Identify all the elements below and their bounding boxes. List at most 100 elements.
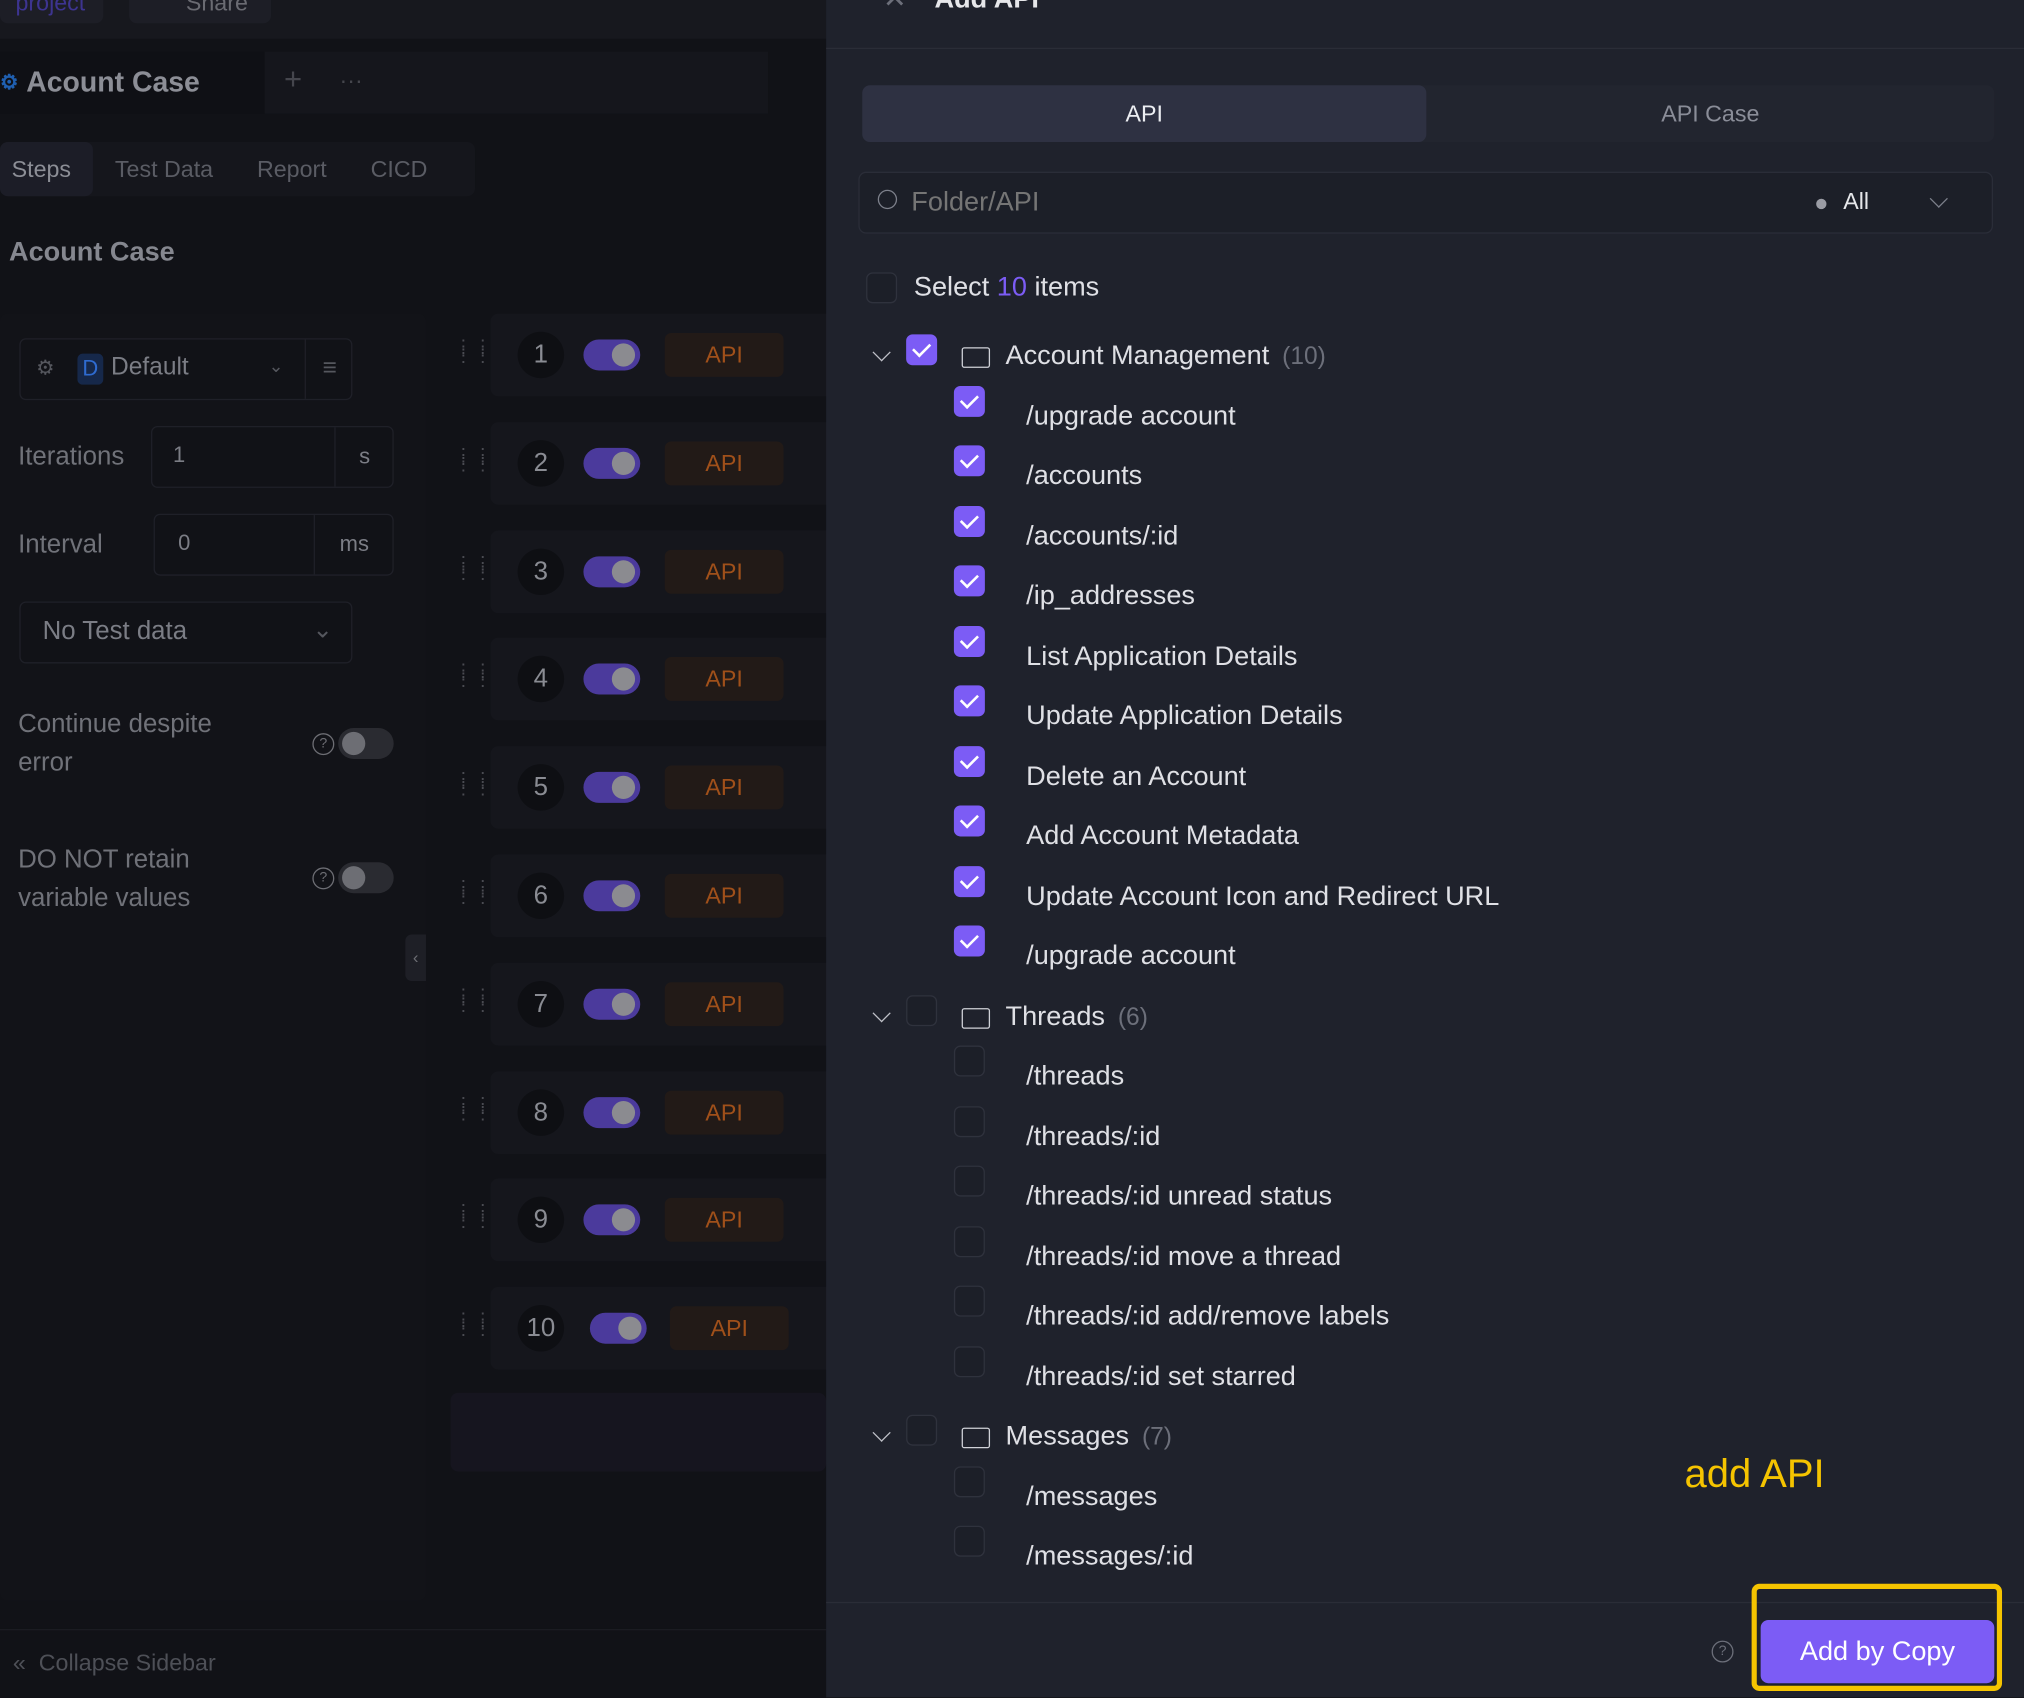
api-checkbox[interactable] (953, 1045, 985, 1077)
select-all-checkbox[interactable] (866, 272, 898, 304)
drag-handle-icon[interactable]: ⋮⋮ ⋮⋮ (454, 553, 491, 584)
api-item[interactable]: Delete an Account (1026, 753, 1246, 799)
folder-checkbox[interactable] (906, 994, 938, 1026)
api-item[interactable]: /accounts (1026, 453, 1142, 499)
share-button[interactable]: Share (129, 0, 272, 24)
test-data-select[interactable]: No Test data ⌄ (19, 601, 353, 664)
step-card[interactable]: ⋮⋮ ⋮⋮ 9 API (454, 1179, 852, 1262)
folder-row[interactable]: Messages (7) (1006, 1413, 1172, 1459)
folder-checkbox[interactable] (906, 1414, 938, 1446)
step-card[interactable]: ⋮⋮ ⋮⋮ 5 API (454, 746, 852, 829)
api-checkbox[interactable] (953, 745, 985, 777)
drag-handle-icon[interactable]: ⋮⋮ ⋮⋮ (454, 337, 491, 368)
step-card[interactable]: ⋮⋮ ⋮⋮ 1 API (454, 313, 852, 397)
retain-vars-toggle[interactable] (338, 862, 394, 894)
close-icon[interactable]: ✕ (883, 0, 907, 15)
api-item[interactable]: Update Account Icon and Redirect URL (1026, 873, 1499, 919)
case-tab[interactable]: ⚙ Acount Case (0, 51, 265, 114)
api-checkbox[interactable] (953, 1525, 985, 1557)
api-checkbox[interactable] (953, 805, 985, 837)
api-item[interactable]: /messages (1026, 1473, 1157, 1519)
step-enabled-toggle[interactable] (583, 447, 641, 479)
chevron-down-icon[interactable] (872, 1003, 891, 1022)
menu-icon[interactable]: ≡ (304, 339, 354, 399)
api-checkbox[interactable] (953, 925, 985, 957)
more-icon[interactable]: ··· (339, 67, 362, 94)
segment-api-case[interactable]: API Case (1426, 85, 1994, 142)
collapse-sidebar-button[interactable]: « Collapse Sidebar (13, 1650, 216, 1677)
drag-handle-icon[interactable]: ⋮⋮ ⋮⋮ (454, 1310, 491, 1342)
collapse-handle[interactable]: ‹ (405, 934, 426, 982)
help-icon[interactable]: ? (1711, 1640, 1734, 1663)
api-checkbox[interactable] (953, 685, 985, 717)
folder-checkbox[interactable] (906, 334, 938, 366)
api-checkbox[interactable] (953, 1465, 985, 1497)
api-checkbox[interactable] (953, 505, 985, 537)
drag-handle-icon[interactable]: ⋮⋮ ⋮⋮ (454, 770, 491, 801)
help-icon[interactable]: ? (312, 867, 335, 890)
api-item[interactable]: /upgrade account (1026, 393, 1235, 439)
filter-select[interactable]: All (1802, 173, 1993, 232)
api-item[interactable]: Update Application Details (1026, 693, 1342, 739)
step-card[interactable]: ⋮⋮ ⋮⋮ 6 API (454, 854, 852, 938)
api-checkbox[interactable] (953, 1105, 985, 1137)
step-card[interactable]: ⋮⋮ ⋮⋮ 4 API (454, 638, 852, 721)
api-checkbox[interactable] (953, 1225, 985, 1257)
segment-api[interactable]: API (862, 85, 1427, 142)
continue-error-toggle[interactable] (338, 728, 394, 759)
api-item[interactable]: /threads/:id add/remove labels (1026, 1293, 1389, 1339)
api-checkbox[interactable] (953, 1345, 985, 1377)
api-item[interactable]: /accounts/:id (1026, 513, 1178, 559)
iterations-input[interactable]: 1 s (151, 425, 394, 488)
drag-handle-icon[interactable]: ⋮⋮ ⋮⋮ (454, 445, 491, 476)
step-enabled-toggle[interactable] (583, 1096, 641, 1128)
step-card[interactable]: ⋮⋮ ⋮⋮ 8 API (454, 1070, 852, 1154)
api-checkbox[interactable] (953, 445, 985, 477)
environment-select[interactable]: ⚙ D Default ⌄ ≡ (19, 338, 354, 401)
step-card[interactable]: ⋮⋮ ⋮⋮ 10 API (454, 1287, 852, 1370)
step-enabled-toggle[interactable] (583, 1204, 641, 1236)
drag-handle-icon[interactable]: ⋮⋮ ⋮⋮ (454, 986, 491, 1017)
chevron-down-icon[interactable] (872, 1423, 891, 1442)
drag-handle-icon[interactable]: ⋮⋮ ⋮⋮ (454, 1094, 491, 1125)
api-checkbox[interactable] (953, 1165, 985, 1197)
project-tab[interactable]: project (0, 0, 104, 24)
api-item[interactable]: List Application Details (1026, 633, 1297, 679)
drag-handle-icon[interactable]: ⋮⋮ ⋮⋮ (454, 661, 491, 693)
api-checkbox[interactable] (953, 625, 985, 657)
help-icon[interactable]: ? (312, 733, 335, 756)
step-enabled-toggle[interactable] (583, 339, 641, 371)
api-checkbox[interactable] (953, 385, 985, 417)
add-tab-button[interactable]: + (284, 62, 302, 98)
drag-handle-icon[interactable]: ⋮⋮ ⋮⋮ (454, 878, 491, 909)
api-item[interactable]: /threads (1026, 1053, 1124, 1099)
step-enabled-toggle[interactable] (583, 880, 641, 912)
api-item[interactable]: /threads/:id (1026, 1113, 1160, 1159)
search-input[interactable] (911, 183, 1738, 223)
api-item[interactable]: /threads/:id unread status (1026, 1173, 1332, 1219)
folder-row[interactable]: Account Management (10) (1006, 333, 1326, 379)
step-enabled-toggle[interactable] (583, 772, 641, 804)
add-step-area[interactable] (450, 1392, 827, 1472)
api-item[interactable]: /threads/:id move a thread (1026, 1233, 1341, 1279)
step-card[interactable]: ⋮⋮ ⋮⋮ 7 API (454, 962, 852, 1046)
drag-handle-icon[interactable]: ⋮⋮ ⋮⋮ (454, 1202, 491, 1233)
tab-cicd[interactable]: CICD (349, 142, 450, 196)
tab-test-data[interactable]: Test Data (93, 142, 235, 196)
api-item[interactable]: /messages/:id (1026, 1533, 1193, 1579)
step-enabled-toggle[interactable] (583, 663, 641, 695)
step-card[interactable]: ⋮⋮ ⋮⋮ 3 API (454, 529, 852, 613)
api-item[interactable]: /ip_addresses (1026, 573, 1195, 619)
step-enabled-toggle[interactable] (589, 1312, 647, 1344)
api-checkbox[interactable] (953, 1285, 985, 1317)
chevron-down-icon[interactable] (872, 343, 891, 362)
interval-input[interactable]: 0 ms (153, 513, 394, 576)
add-by-copy-button[interactable]: Add by Copy (1760, 1619, 1995, 1684)
step-enabled-toggle[interactable] (583, 988, 641, 1020)
api-item[interactable]: /threads/:id set starred (1026, 1353, 1296, 1399)
step-card[interactable]: ⋮⋮ ⋮⋮ 2 API (454, 421, 852, 505)
step-enabled-toggle[interactable] (583, 555, 641, 587)
api-checkbox[interactable] (953, 865, 985, 897)
tab-report[interactable]: Report (235, 142, 349, 196)
api-item[interactable]: Add Account Metadata (1026, 813, 1299, 859)
